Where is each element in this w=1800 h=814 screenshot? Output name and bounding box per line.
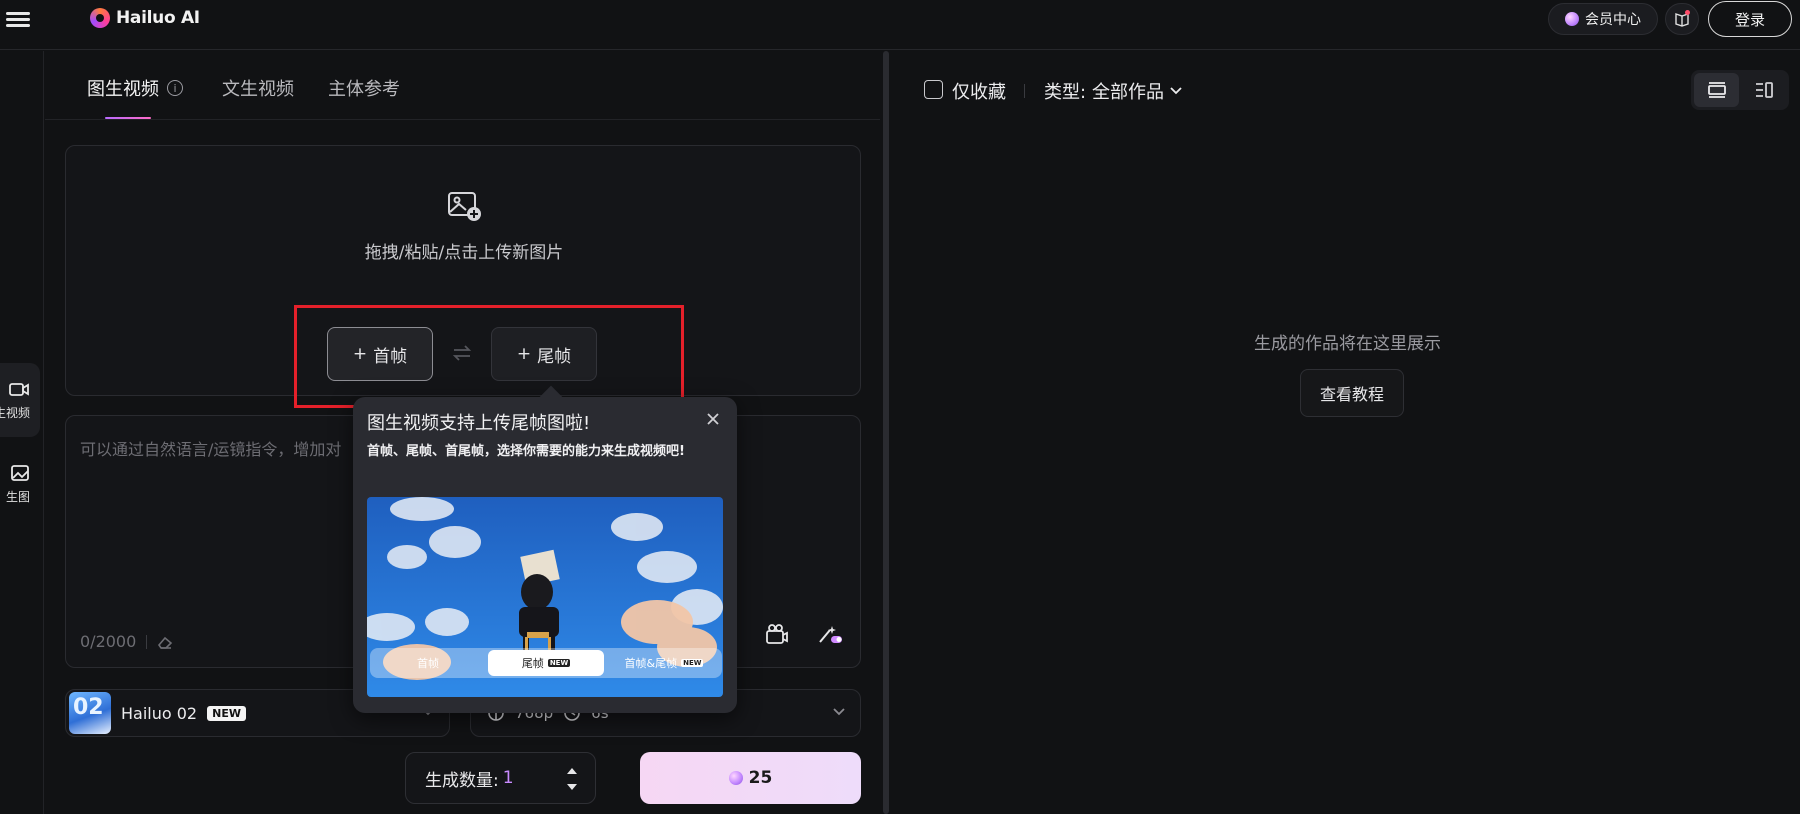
chevron-down-icon bbox=[1170, 87, 1182, 95]
model-thumbnail: 02 bbox=[69, 692, 111, 734]
single-view-icon bbox=[1707, 82, 1726, 98]
left-rail: 生视频 生图 bbox=[0, 51, 44, 814]
empty-state-text: 生成的作品将在这里展示 bbox=[1254, 334, 1441, 354]
preview-tab-first-frame: 首帧 bbox=[370, 650, 486, 676]
upload-hint: 拖拽/粘贴/点击上传新图片 bbox=[364, 243, 564, 263]
notification-dot bbox=[1685, 10, 1690, 15]
list-view-icon bbox=[1755, 82, 1773, 98]
gallery-panel: 仅收藏 类型: 全部作品 生成的作品将在这里展示 查看教程 bbox=[895, 51, 1800, 814]
view-tutorial-button[interactable]: 查看教程 bbox=[1300, 369, 1404, 417]
preview-tab-last-frame: 尾帧 NEW bbox=[488, 650, 604, 676]
eraser-icon[interactable] bbox=[157, 635, 173, 649]
tab-label: 主体参考 bbox=[328, 79, 400, 100]
add-image-icon bbox=[448, 192, 481, 221]
model-thumb-text: 02 bbox=[73, 695, 104, 720]
tab-label: 文生视频 bbox=[222, 79, 294, 100]
gem-icon bbox=[1565, 12, 1579, 26]
char-counter: 0/2000 bbox=[80, 632, 173, 651]
credit-gem-icon bbox=[728, 771, 743, 785]
info-icon[interactable]: i bbox=[167, 80, 183, 96]
popover-description: 首帧、尾帧、首尾帧，选择你需要的能力来生成视频吧! bbox=[367, 444, 685, 459]
favorites-only-label[interactable]: 仅收藏 bbox=[952, 78, 1006, 104]
hamburger-menu-icon[interactable] bbox=[6, 9, 30, 31]
list-view-button[interactable] bbox=[1741, 73, 1786, 107]
preview-tab-label: 尾帧 bbox=[521, 657, 544, 670]
generate-cost: 25 bbox=[748, 768, 773, 788]
member-center-button[interactable]: 会员中心 bbox=[1548, 3, 1658, 35]
favorites-only-checkbox[interactable] bbox=[924, 80, 943, 99]
popover-preview-image: 首帧 尾帧 NEW 首帧&尾帧 NEW bbox=[367, 497, 723, 697]
single-view-button[interactable] bbox=[1694, 73, 1739, 107]
quantity-stepper[interactable] bbox=[564, 763, 580, 795]
preview-tab-label: 首帧 bbox=[417, 657, 439, 670]
popover-title: 图生视频支持上传尾帧图啦! bbox=[367, 413, 591, 434]
active-tab-indicator bbox=[105, 117, 151, 119]
preview-tab-first-last-frame: 首帧&尾帧 NEW bbox=[606, 650, 722, 676]
brand-logo[interactable]: Hailuo AI bbox=[90, 8, 200, 28]
divider bbox=[146, 634, 148, 649]
prompt-enhance-icon[interactable] bbox=[817, 623, 843, 645]
video-icon bbox=[9, 382, 29, 396]
annotation-highlight-box bbox=[294, 305, 684, 408]
prompt-placeholder: 可以通过自然语言/运镜指令，增加对 bbox=[80, 440, 342, 459]
mode-tabs: 图生视频 i 文生视频 主体参考 bbox=[45, 51, 880, 120]
rail-item-label: 生视频 bbox=[0, 405, 30, 420]
member-center-label: 会员中心 bbox=[1585, 12, 1641, 28]
preview-mode-tabs: 首帧 尾帧 NEW 首帧&尾帧 NEW bbox=[370, 648, 722, 678]
new-badge: NEW bbox=[207, 705, 246, 721]
mini-new-badge: NEW bbox=[547, 659, 571, 667]
top-bar: Hailuo AI 会员中心 登录 bbox=[0, 0, 1800, 50]
char-count-value: 0/2000 bbox=[80, 632, 137, 651]
rail-item-video[interactable]: 生视频 bbox=[0, 363, 40, 437]
hailuo-logo-icon bbox=[90, 8, 110, 28]
quantity-value: 1 bbox=[502, 768, 514, 788]
generate-button[interactable]: 25 bbox=[640, 752, 861, 804]
type-filter-dropdown[interactable]: 全部作品 bbox=[1092, 78, 1182, 104]
feature-announcement-popover: 图生视频支持上传尾帧图啦! 首帧、尾帧、首尾帧，选择你需要的能力来生成视频吧! bbox=[353, 397, 737, 713]
image-icon bbox=[11, 464, 29, 481]
tab-subject-reference[interactable]: 主体参考 bbox=[328, 75, 400, 101]
camera-movement-icon[interactable] bbox=[765, 623, 789, 645]
rail-item-image[interactable]: 生图 bbox=[0, 447, 40, 521]
preview-tab-label: 首帧&尾帧 bbox=[624, 657, 678, 670]
mini-new-badge: NEW bbox=[681, 659, 704, 667]
login-button[interactable]: 登录 bbox=[1708, 1, 1792, 37]
model-name: Hailuo 02 bbox=[121, 703, 198, 723]
guide-book-button[interactable] bbox=[1665, 3, 1699, 35]
rail-item-label: 生图 bbox=[5, 489, 30, 504]
tab-label: 图生视频 bbox=[87, 79, 159, 100]
tab-text-to-video[interactable]: 文生视频 bbox=[222, 75, 294, 101]
tab-image-to-video[interactable]: 图生视频 i bbox=[87, 75, 183, 101]
brand-name: Hailuo AI bbox=[116, 8, 200, 28]
image-upload-area[interactable]: 拖拽/粘贴/点击上传新图片 + 首帧 + 尾帧 bbox=[65, 145, 861, 408]
view-mode-toggle bbox=[1691, 70, 1789, 110]
generation-quantity: 生成数量: 1 bbox=[405, 752, 596, 804]
quantity-label: 生成数量: bbox=[425, 770, 499, 791]
type-filter-label: 类型: bbox=[1044, 82, 1087, 103]
type-filter-value: 全部作品 bbox=[1092, 82, 1164, 103]
chevron-down-icon bbox=[833, 708, 845, 716]
panel-scrollbar[interactable] bbox=[883, 51, 889, 814]
close-icon[interactable] bbox=[704, 410, 722, 428]
divider bbox=[1024, 84, 1025, 98]
